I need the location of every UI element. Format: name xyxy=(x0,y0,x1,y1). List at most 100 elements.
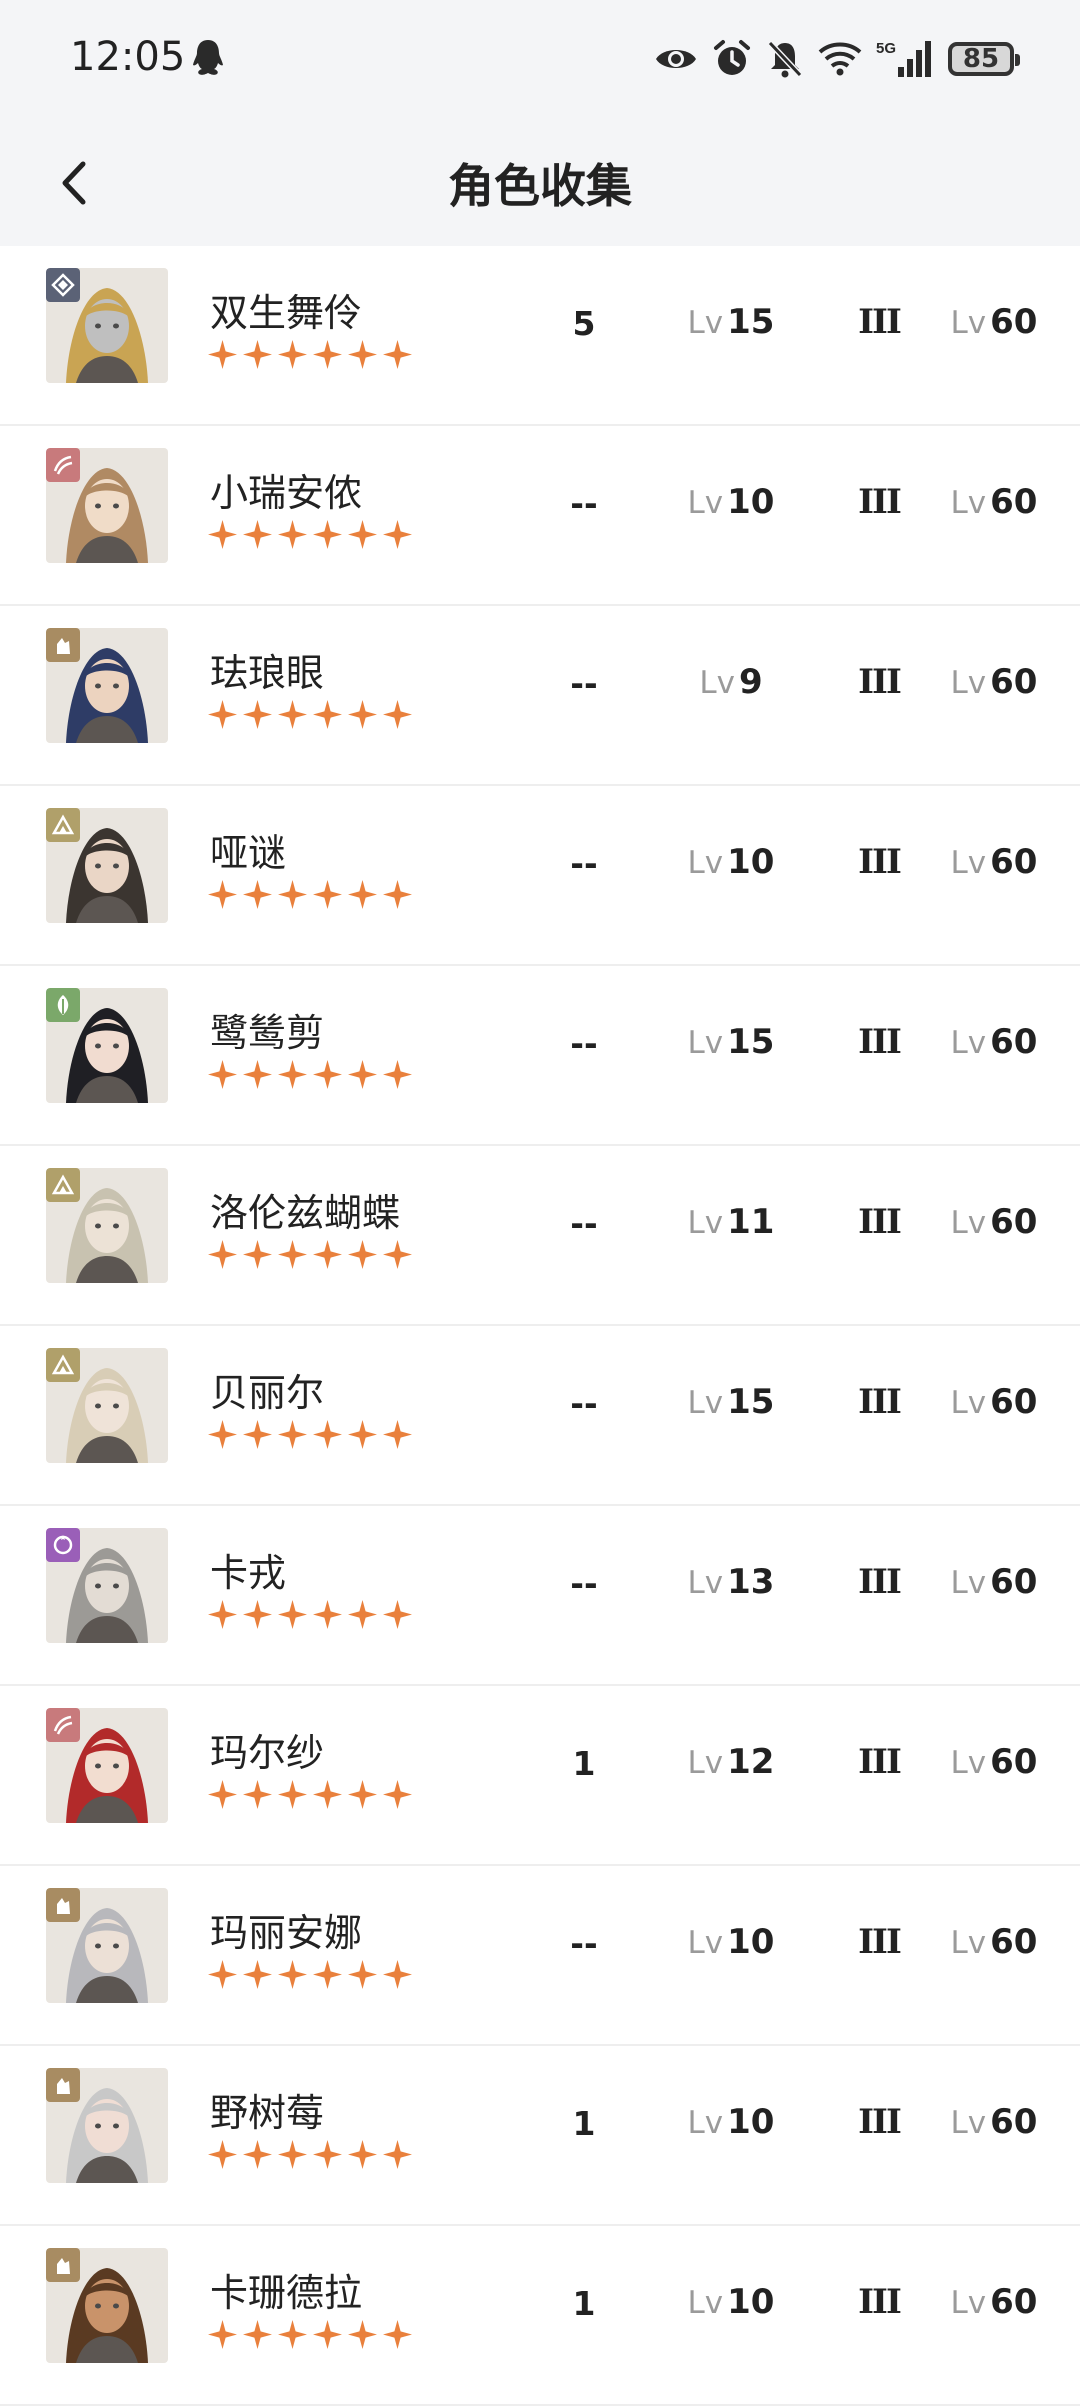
character-row[interactable]: 珐琅眼 -- Lv 9 III Lv 60 xyxy=(0,606,1080,786)
star-icon xyxy=(348,340,377,369)
level-label: Lv xyxy=(687,1565,724,1601)
max-level-label: Lv xyxy=(950,485,987,521)
star-icon xyxy=(348,1420,377,1449)
duplicate-count: -- xyxy=(570,1564,598,1603)
level-label: Lv xyxy=(687,305,724,341)
level-label: Lv xyxy=(687,1385,724,1421)
max-level-value: 60 xyxy=(990,1022,1038,1062)
star-icon xyxy=(313,1960,342,1989)
rarity-stars xyxy=(208,1060,412,1089)
max-level: Lv 60 xyxy=(944,662,1044,702)
rarity-stars xyxy=(208,2320,412,2349)
star-icon xyxy=(383,1060,412,1089)
star-icon xyxy=(278,2140,307,2169)
level-label: Lv xyxy=(687,1025,724,1061)
character-name: 哑谜 xyxy=(210,831,287,875)
max-level-value: 60 xyxy=(990,1202,1038,1242)
star-icon xyxy=(243,520,272,549)
character-row[interactable]: 野树莓 1 Lv 10 III Lv 60 xyxy=(0,2046,1080,2226)
duplicate-count: -- xyxy=(570,1924,598,1963)
character-row[interactable]: 鹭鸶剪 -- Lv 15 III Lv 60 xyxy=(0,966,1080,1146)
star-icon xyxy=(208,1780,237,1809)
max-level-value: 60 xyxy=(990,1922,1038,1962)
star-icon xyxy=(348,520,377,549)
signal-icon: 5G xyxy=(876,40,931,77)
page-title: 角色收集 xyxy=(448,159,632,213)
level-value: 15 xyxy=(727,1022,775,1062)
max-level-value: 60 xyxy=(990,662,1038,702)
element-badge-icon xyxy=(46,628,80,662)
character-list: 双生舞伶 5 Lv 15 III Lv 60 小瑞安侬 -- Lv 10 III Lv 60 珐琅眼 -- Lv… xyxy=(0,246,1080,2406)
star-icon xyxy=(208,2320,237,2349)
max-level: Lv 60 xyxy=(944,2282,1044,2322)
star-icon xyxy=(208,1960,237,1989)
star-icon xyxy=(383,340,412,369)
level-value: 10 xyxy=(727,842,775,882)
character-row[interactable]: 小瑞安侬 -- Lv 10 III Lv 60 xyxy=(0,426,1080,606)
star-icon xyxy=(243,2320,272,2349)
insight-rank: III xyxy=(858,482,902,522)
max-level-label: Lv xyxy=(950,2105,987,2141)
star-icon xyxy=(313,880,342,909)
level-label: Lv xyxy=(687,2285,724,2321)
max-level-value: 60 xyxy=(990,482,1038,522)
eye-icon xyxy=(656,50,696,68)
insight-rank: III xyxy=(858,1202,902,1242)
duplicate-count: -- xyxy=(570,484,598,523)
star-icon xyxy=(208,520,237,549)
rarity-stars xyxy=(208,880,412,909)
current-level: Lv 15 xyxy=(676,1022,786,1062)
insight-rank: III xyxy=(858,662,902,702)
level-value: 15 xyxy=(727,302,775,342)
max-level-value: 60 xyxy=(990,302,1038,342)
star-icon xyxy=(243,2140,272,2169)
insight-rank: III xyxy=(858,842,902,882)
max-level: Lv 60 xyxy=(944,842,1044,882)
level-value: 10 xyxy=(727,1922,775,1962)
character-portrait xyxy=(46,628,168,743)
level-label: Lv xyxy=(687,2105,724,2141)
rarity-stars xyxy=(208,1600,412,1629)
character-portrait xyxy=(46,1888,168,2003)
star-icon xyxy=(348,1240,377,1269)
star-icon xyxy=(208,880,237,909)
max-level-label: Lv xyxy=(950,1205,987,1241)
level-value: 10 xyxy=(727,2102,775,2142)
star-icon xyxy=(208,2140,237,2169)
duplicate-count: -- xyxy=(570,1024,598,1063)
character-name: 小瑞安侬 xyxy=(210,471,363,515)
star-icon xyxy=(278,700,307,729)
character-row[interactable]: 卡戎 -- Lv 13 III Lv 60 xyxy=(0,1506,1080,1686)
star-icon xyxy=(278,520,307,549)
character-row[interactable]: 玛尔纱 1 Lv 12 III Lv 60 xyxy=(0,1686,1080,1866)
max-level: Lv 60 xyxy=(944,1562,1044,1602)
star-icon xyxy=(278,340,307,369)
character-row[interactable]: 双生舞伶 5 Lv 15 III Lv 60 xyxy=(0,246,1080,426)
star-icon xyxy=(243,1240,272,1269)
character-name: 野树莓 xyxy=(210,2091,325,2135)
max-level-label: Lv xyxy=(950,305,987,341)
star-icon xyxy=(243,340,272,369)
star-icon xyxy=(208,1420,237,1449)
app-bar: 角色收集 xyxy=(0,122,1080,246)
star-icon xyxy=(278,1780,307,1809)
character-row[interactable]: 玛丽安娜 -- Lv 10 III Lv 60 xyxy=(0,1866,1080,2046)
star-icon xyxy=(313,1780,342,1809)
level-label: Lv xyxy=(687,1745,724,1781)
element-badge-icon xyxy=(46,808,80,842)
character-row[interactable]: 哑谜 -- Lv 10 III Lv 60 xyxy=(0,786,1080,966)
star-icon xyxy=(208,1600,237,1629)
max-level: Lv 60 xyxy=(944,2102,1044,2142)
star-icon xyxy=(383,1240,412,1269)
insight-rank: III xyxy=(858,2102,902,2142)
max-level-value: 60 xyxy=(990,2282,1038,2322)
character-row[interactable]: 洛伦兹蝴蝶 -- Lv 11 III Lv 60 xyxy=(0,1146,1080,1326)
max-level-label: Lv xyxy=(950,1385,987,1421)
character-row[interactable]: 贝丽尔 -- Lv 15 III Lv 60 xyxy=(0,1326,1080,1506)
element-badge-icon xyxy=(46,2248,80,2282)
character-row[interactable]: 卡珊德拉 1 Lv 10 III Lv 60 xyxy=(0,2226,1080,2406)
character-portrait xyxy=(46,988,168,1103)
max-level-label: Lv xyxy=(950,2285,987,2321)
duplicate-count: 1 xyxy=(572,1744,596,1783)
character-portrait xyxy=(46,1528,168,1643)
